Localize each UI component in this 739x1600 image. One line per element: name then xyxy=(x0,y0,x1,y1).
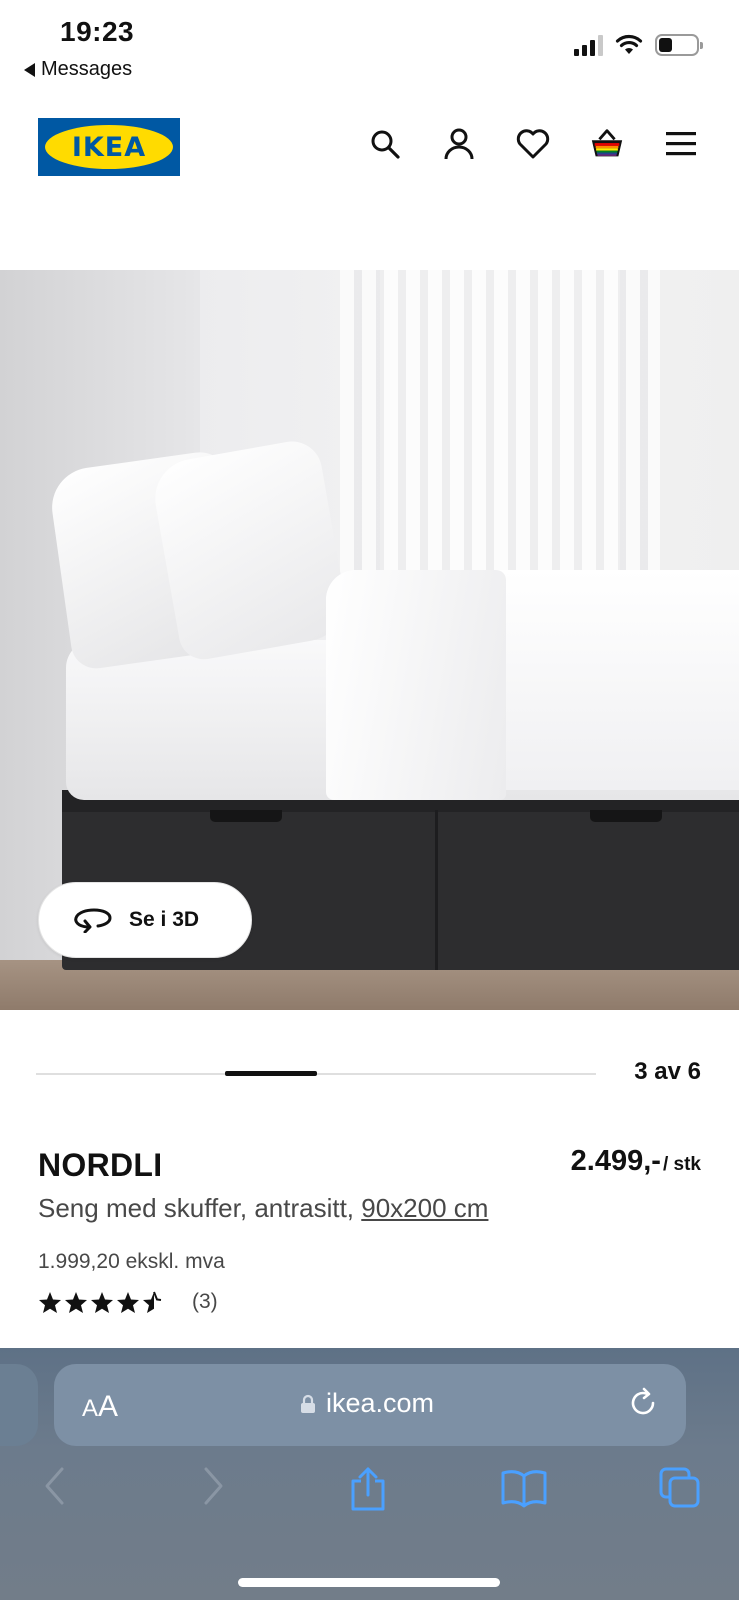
previous-tab-preview[interactable] xyxy=(0,1364,38,1446)
browser-toolbar: AA ikea.com xyxy=(0,1348,739,1600)
curtain xyxy=(340,270,660,600)
drawer-handle xyxy=(590,810,662,822)
home-indicator[interactable] xyxy=(238,1578,500,1587)
forward-icon[interactable] xyxy=(200,1466,226,1506)
signal-icon xyxy=(574,34,603,56)
size-link[interactable]: 90x200 cm xyxy=(361,1193,488,1223)
battery-icon xyxy=(655,34,703,56)
star-icon xyxy=(39,1291,61,1313)
logo-text: IKEA xyxy=(71,131,147,163)
product-price: 2.499,- / stk xyxy=(571,1145,701,1178)
account-icon[interactable] xyxy=(441,126,477,162)
product-name: NORDLI xyxy=(38,1147,163,1183)
url-text: ikea.com xyxy=(326,1388,435,1418)
wifi-icon xyxy=(615,34,643,54)
product-image[interactable]: Se i 3D xyxy=(0,270,739,1010)
product-description: Seng med skuffer, antrasitt, 90x200 cm xyxy=(38,1193,488,1224)
lock-icon xyxy=(301,1394,315,1413)
rotate-3d-icon xyxy=(74,908,112,933)
cart-icon[interactable] xyxy=(589,126,625,162)
status-time: 19:23 xyxy=(60,16,135,47)
star-icon xyxy=(91,1291,113,1313)
heart-icon[interactable] xyxy=(515,126,551,162)
see-in-3d-label: Se i 3D xyxy=(129,908,200,931)
bookmarks-icon[interactable] xyxy=(500,1466,548,1508)
search-icon[interactable] xyxy=(367,126,403,162)
price-unit: / stk xyxy=(662,1154,701,1175)
pillow xyxy=(148,436,352,664)
menu-icon[interactable] xyxy=(663,126,699,162)
see-in-3d-button[interactable]: Se i 3D xyxy=(38,882,252,958)
back-label: Messages xyxy=(41,58,133,80)
back-to-messages[interactable]: Messages xyxy=(24,58,132,81)
ikea-logo[interactable]: IKEA xyxy=(38,118,180,176)
image-counter: 3 av 6 xyxy=(634,1058,701,1085)
back-icon[interactable] xyxy=(42,1466,68,1506)
price-value: 2.499,- xyxy=(570,1145,661,1177)
description-text: Seng med skuffer, antrasitt, xyxy=(38,1193,355,1223)
url-display[interactable]: ikea.com xyxy=(300,1388,434,1419)
carousel-position xyxy=(225,1071,317,1076)
share-icon[interactable] xyxy=(348,1466,388,1512)
tabs-icon[interactable] xyxy=(658,1466,702,1510)
star-icon xyxy=(65,1291,87,1313)
price-excl-vat: 1.999,20 ekskl. mva xyxy=(38,1250,225,1273)
rating-count: (3) xyxy=(192,1290,218,1313)
browser-nav-toolbar xyxy=(0,1466,739,1526)
star-icon xyxy=(117,1291,139,1313)
header-icons xyxy=(367,126,699,162)
status-bar: 19:23 Messages xyxy=(0,0,739,90)
rating[interactable]: (3) xyxy=(38,1290,218,1314)
status-icons xyxy=(574,34,703,56)
half-star-icon xyxy=(143,1291,162,1313)
text-size-button[interactable]: AA xyxy=(82,1390,118,1424)
site-header: IKEA xyxy=(0,96,739,196)
reload-icon[interactable] xyxy=(626,1386,660,1420)
back-triangle-icon xyxy=(24,62,35,77)
drawer-handle xyxy=(210,810,282,822)
